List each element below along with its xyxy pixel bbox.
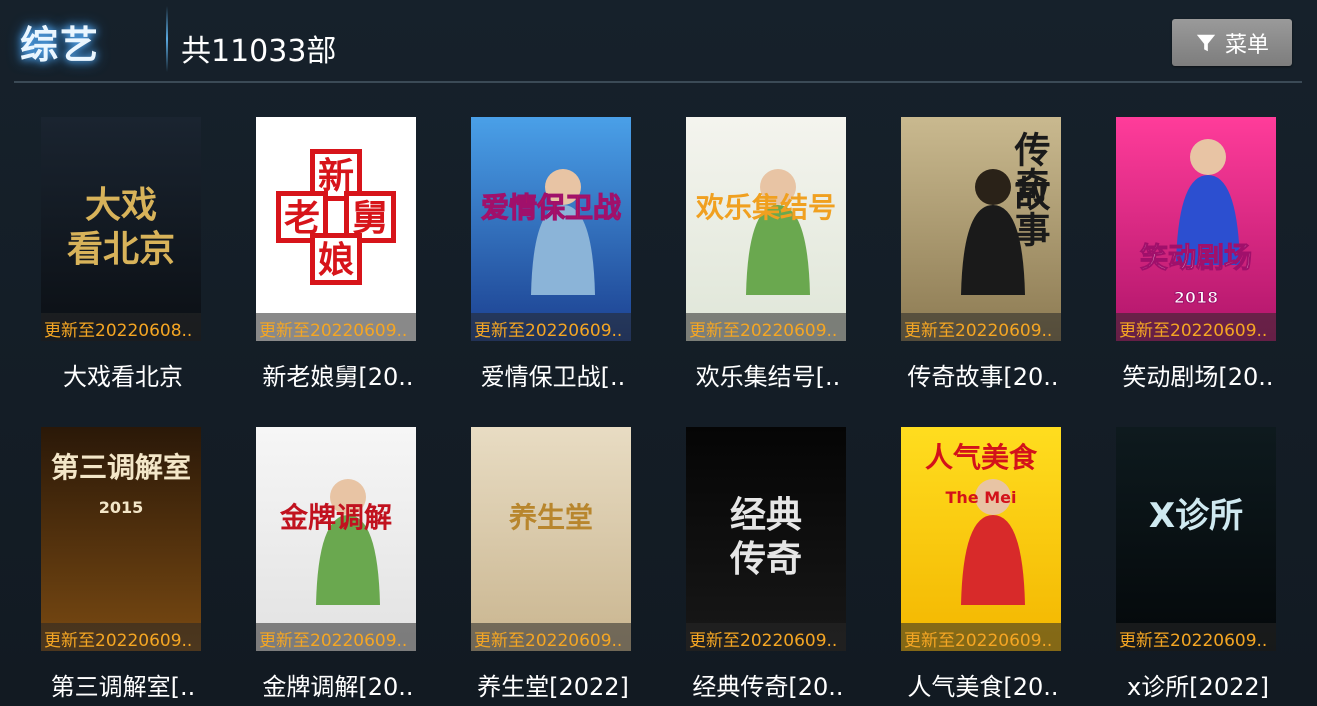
poster-image: X诊所更新至20220609..: [1116, 427, 1276, 651]
program-title: 第三调解室[..: [50, 673, 196, 701]
poster-image: 笑动剧场 2018 更新至20220609..: [1116, 117, 1276, 341]
update-text: 更新至20220609..: [44, 631, 193, 651]
svg-text:新: 新: [318, 156, 354, 197]
program-title: 经典传奇[20..: [692, 673, 844, 701]
poster-image: 传奇 故事 更新至20220609..: [901, 117, 1061, 341]
poster-image: 爱情保卫战更新至20220609..: [471, 117, 631, 341]
update-badge: 更新至20220609..: [256, 313, 416, 341]
svg-text:爱情保卫战: 爱情保卫战: [481, 191, 621, 224]
svg-text:2018: 2018: [1174, 288, 1219, 307]
program-title: 传奇故事[20..: [907, 363, 1059, 391]
update-text: 更新至20220609..: [904, 631, 1053, 651]
svg-text:人气美食: 人气美食: [925, 441, 1038, 474]
app-root: 综艺 共11033部 菜单 大戏 看北京 更新至20220608.. 大戏看北京新老舅…: [0, 0, 1317, 706]
svg-text:养生堂: 养生堂: [509, 501, 593, 534]
poster-image: 第三调解室 2015 更新至20220609..: [41, 427, 201, 651]
program-title: x诊所[2022]: [1126, 673, 1269, 701]
svg-text:第三调解室: 第三调解室: [51, 451, 191, 484]
program-card[interactable]: 人气美食 The Mei 更新至20220609.. 人气美食[20..: [901, 427, 1091, 706]
program-card[interactable]: 欢乐集结号更新至20220609.. 欢乐集结号[..: [686, 117, 876, 407]
program-grid: 大戏 看北京 更新至20220608.. 大戏看北京新老舅娘更新至20220609..…: [0, 0, 1317, 706]
program-title: 笑动剧场[20..: [1122, 363, 1274, 391]
update-badge: 更新至20220609..: [901, 313, 1061, 341]
poster-image: 经典 传奇更新至20220609..: [686, 427, 846, 651]
program-card[interactable]: 笑动剧场 2018 更新至20220609.. 笑动剧场[20..: [1116, 117, 1306, 407]
svg-text:传奇: 传奇: [729, 539, 802, 580]
program-title: 欢乐集结号[..: [695, 363, 841, 391]
update-badge: 更新至20220609..: [1116, 623, 1276, 651]
program-card[interactable]: 传奇 故事 更新至20220609.. 传奇故事[20..: [901, 117, 1091, 407]
poster-image: 人气美食 The Mei 更新至20220609..: [901, 427, 1061, 651]
svg-text:笑动剧场: 笑动剧场: [1140, 241, 1252, 274]
poster-image: 大戏 看北京更新至20220608..: [41, 117, 201, 341]
program-card[interactable]: 大戏 看北京 更新至20220608.. 大戏看北京: [41, 117, 231, 407]
update-text: 更新至20220608..: [44, 321, 193, 341]
program-title: 大戏看北京: [63, 363, 183, 391]
svg-text:2015: 2015: [99, 498, 144, 517]
program-card[interactable]: 爱情保卫战更新至20220609.. 爱情保卫战[..: [471, 117, 661, 407]
update-badge: 更新至20220608..: [41, 313, 201, 341]
update-badge: 更新至20220609..: [471, 313, 631, 341]
svg-text:The Mei: The Mei: [946, 488, 1017, 507]
svg-text:X诊所: X诊所: [1149, 496, 1243, 536]
program-card[interactable]: 养生堂更新至20220609.. 养生堂[2022]: [471, 427, 661, 706]
program-card[interactable]: 新老舅娘更新至20220609.. 新老娘舅[20..: [256, 117, 446, 407]
svg-text:欢乐集结号: 欢乐集结号: [695, 191, 836, 224]
program-card[interactable]: X诊所更新至20220609.. x诊所[2022]: [1116, 427, 1306, 706]
update-text: 更新至20220609..: [259, 631, 408, 651]
svg-text:看北京: 看北京: [67, 228, 175, 270]
svg-text:老: 老: [284, 198, 320, 239]
update-text: 更新至20220609..: [689, 321, 838, 341]
svg-text:故事: 故事: [1009, 175, 1051, 247]
update-badge: 更新至20220609..: [41, 623, 201, 651]
program-card[interactable]: 第三调解室 2015 更新至20220609.. 第三调解室[..: [41, 427, 231, 706]
update-text: 更新至20220609..: [689, 631, 838, 651]
poster-image: 新老舅娘更新至20220609..: [256, 117, 416, 341]
update-text: 更新至20220609..: [474, 321, 623, 341]
program-title: 新老娘舅[20..: [262, 363, 414, 391]
poster-image: 养生堂更新至20220609..: [471, 427, 631, 651]
poster-image: 欢乐集结号更新至20220609..: [686, 117, 846, 341]
update-badge: 更新至20220609..: [901, 623, 1061, 651]
program-card[interactable]: 经典 传奇更新至20220609.. 经典传奇[20..: [686, 427, 876, 706]
svg-text:大戏: 大戏: [85, 185, 157, 226]
update-text: 更新至20220609..: [259, 321, 408, 341]
update-badge: 更新至20220609..: [686, 623, 846, 651]
program-title: 养生堂[2022]: [477, 673, 629, 701]
svg-text:娘: 娘: [318, 240, 354, 281]
update-text: 更新至20220609..: [1119, 321, 1268, 341]
update-badge: 更新至20220609..: [686, 313, 846, 341]
svg-text:金牌调解: 金牌调解: [279, 501, 392, 534]
svg-text:舅: 舅: [352, 198, 388, 239]
update-badge: 更新至20220609..: [1116, 313, 1276, 341]
program-card[interactable]: 金牌调解更新至20220609.. 金牌调解[20..: [256, 427, 446, 706]
update-text: 更新至20220609..: [474, 631, 623, 651]
program-title: 人气美食[20..: [907, 673, 1059, 701]
program-title: 爱情保卫战[..: [480, 363, 626, 391]
update-badge: 更新至20220609..: [471, 623, 631, 651]
poster-image: 金牌调解更新至20220609..: [256, 427, 416, 651]
update-text: 更新至20220609..: [904, 321, 1053, 341]
update-text: 更新至20220609..: [1119, 631, 1268, 651]
program-title: 金牌调解[20..: [262, 673, 414, 701]
svg-text:经典: 经典: [730, 495, 802, 536]
update-badge: 更新至20220609..: [256, 623, 416, 651]
